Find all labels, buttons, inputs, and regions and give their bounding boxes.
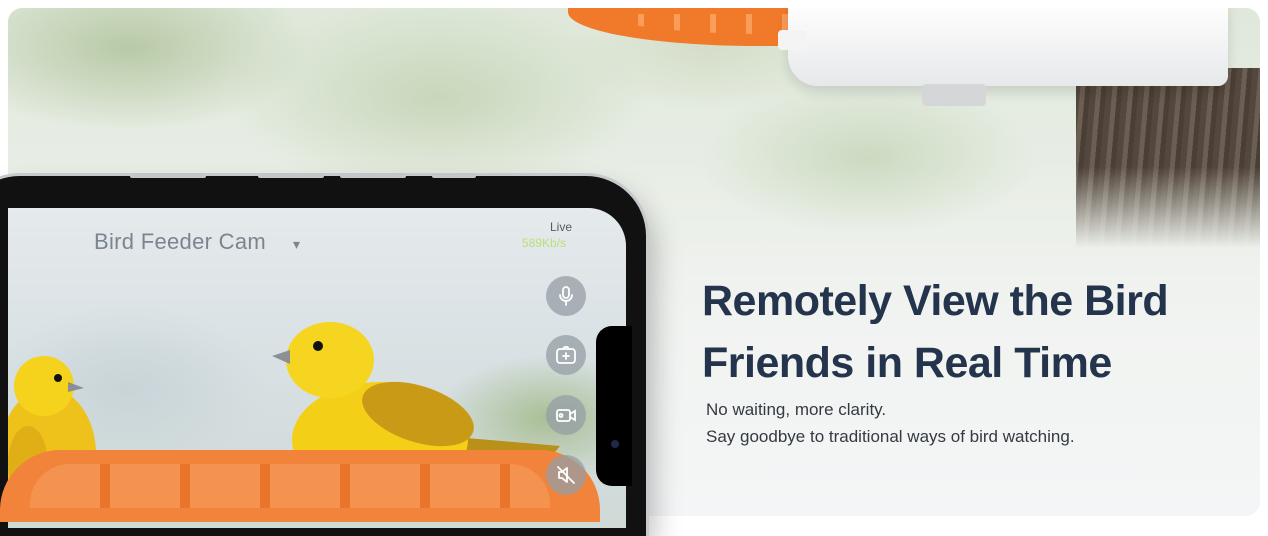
- microphone-icon: [559, 286, 573, 306]
- headline: Remotely View the Bird Friends in Real T…: [702, 270, 1222, 394]
- feeder-camera-body: [788, 8, 1228, 86]
- bitrate-readout: 589Kb/s: [522, 236, 567, 250]
- snapshot-button[interactable]: [546, 335, 586, 375]
- phone-side-button: [258, 173, 324, 178]
- camera-name[interactable]: Bird Feeder Cam: [94, 229, 266, 255]
- feeder-tray-foreground: [0, 450, 600, 522]
- feeder-knob: [922, 84, 986, 106]
- feeder-clip: [778, 30, 806, 50]
- phone-side-button: [130, 173, 206, 178]
- record-button[interactable]: [546, 395, 586, 435]
- headline-line-1: Remotely View the Bird: [702, 277, 1169, 325]
- chevron-down-icon[interactable]: ▾: [293, 236, 300, 253]
- snapshot-icon: [556, 346, 576, 364]
- speaker-mute-icon: [557, 466, 575, 484]
- record-video-icon: [556, 409, 576, 422]
- subtext-line-1: No waiting, more clarity.: [706, 400, 887, 419]
- phone-side-button: [340, 173, 406, 178]
- mute-button[interactable]: [546, 455, 586, 495]
- phone-notch: [596, 326, 632, 486]
- subtext-line-2: Say goodbye to traditional ways of bird …: [706, 427, 1075, 446]
- live-label: Live: [550, 220, 573, 234]
- microphone-button[interactable]: [546, 276, 586, 316]
- tree-trunk: [1076, 68, 1260, 248]
- phone-side-button: [432, 173, 476, 178]
- front-camera: [611, 440, 619, 448]
- headline-line-2: Friends in Real Time: [702, 339, 1112, 387]
